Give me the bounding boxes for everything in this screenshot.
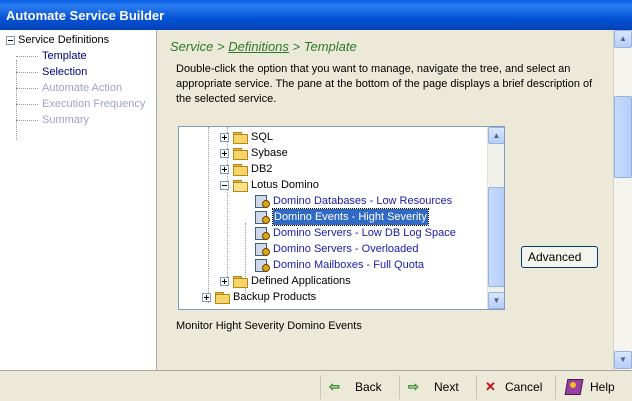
page-scrollbar[interactable]: ▲ ▼	[613, 30, 632, 370]
service-icon	[255, 194, 270, 208]
window-title: Automate Service Builder	[6, 8, 165, 23]
tree-node-service[interactable]: Domino Databases - Low Resources	[255, 193, 452, 209]
tree-scrollbar[interactable]: ▲ ▼	[487, 127, 504, 309]
tree-node-sybase[interactable]: Sybase	[220, 145, 288, 161]
open-folder-icon	[233, 179, 248, 192]
wizard-footer: ⇦ Back ⇨ Next ✕ Cancel Help	[0, 370, 632, 401]
breadcrumb-definitions-link[interactable]: Definitions	[228, 39, 289, 54]
breadcrumb: Service > Definitions > Template	[170, 39, 357, 54]
tree-node-backup-products[interactable]: Backup Products	[202, 289, 316, 305]
service-icon	[255, 242, 270, 256]
cancel-button[interactable]: ✕ Cancel	[476, 375, 554, 399]
tree-node-label: Defined Applications	[251, 275, 351, 287]
wizard-nav-pane: Service Definitions Template Selection A…	[0, 30, 157, 370]
tree-node-defined-applications[interactable]: Defined Applications	[220, 273, 351, 289]
help-button[interactable]: Help	[555, 375, 627, 399]
tree-node-service[interactable]: Domino Servers - Overloaded	[255, 241, 419, 257]
scroll-up-icon[interactable]: ▲	[614, 30, 632, 48]
expand-icon[interactable]	[220, 148, 229, 158]
next-arrow-icon: ⇨	[408, 379, 419, 394]
tree-node-service-selected[interactable]: Domino Events - Hight Severity	[255, 208, 429, 226]
scroll-down-icon[interactable]: ▼	[488, 292, 504, 309]
tree-node-db2[interactable]: DB2	[220, 161, 272, 177]
cancel-label: Cancel	[505, 380, 543, 394]
tree-node-label: Domino Servers - Low DB Log Space	[273, 227, 456, 239]
nav-item-execution-frequency: Execution Frequency	[6, 96, 145, 112]
nav-item-summary: Summary	[6, 112, 145, 128]
back-button[interactable]: ⇦ Back	[320, 375, 398, 399]
folder-icon	[233, 147, 248, 160]
back-arrow-icon: ⇦	[329, 379, 340, 394]
back-label: Back	[355, 380, 382, 394]
next-label: Next	[434, 380, 459, 394]
next-button[interactable]: ⇨ Next	[399, 375, 475, 399]
nav-item-automate-action: Automate Action	[6, 80, 145, 96]
tree-node-label: SQL	[251, 131, 274, 143]
tree-node-service[interactable]: Domino Servers - Low DB Log Space	[255, 225, 456, 241]
nav-root-service-definitions[interactable]: Service Definitions	[6, 32, 145, 48]
breadcrumb-separator: >	[292, 39, 301, 54]
tree-node-label: DB2	[251, 163, 273, 175]
cancel-x-icon: ✕	[485, 379, 496, 394]
nav-item-label: Execution Frequency	[42, 98, 146, 110]
scroll-thumb[interactable]	[614, 96, 632, 178]
folder-icon	[233, 163, 248, 176]
tree-node-label: Domino Databases - Low Resources	[273, 195, 453, 207]
nav-item-selection[interactable]: Selection	[6, 64, 145, 80]
tree-node-sql[interactable]: SQL	[220, 129, 273, 145]
expand-icon[interactable]	[220, 132, 229, 142]
breadcrumb-template: Template	[303, 39, 357, 54]
nav-root-label: Service Definitions	[18, 34, 110, 46]
nav-item-label: Template	[42, 50, 87, 62]
main-content: Service > Definitions > Template Double-…	[162, 30, 613, 370]
app-window: Automate Service Builder Service Definit…	[0, 0, 632, 401]
tree-node-lotus-domino[interactable]: Lotus Domino	[220, 177, 319, 193]
nav-item-label: Selection	[42, 66, 88, 78]
expand-icon[interactable]	[202, 292, 211, 302]
help-label: Help	[590, 380, 615, 394]
tree-node-label: Lotus Domino	[251, 179, 319, 191]
title-bar: Automate Service Builder	[0, 0, 632, 30]
breadcrumb-service: Service	[170, 39, 214, 54]
tree-node-label: Domino Mailboxes - Full Quota	[273, 259, 425, 271]
nav-item-label: Summary	[42, 114, 90, 126]
folder-icon	[233, 131, 248, 144]
tree-node-service[interactable]: Domino Mailboxes - Full Quota	[255, 257, 424, 273]
folder-icon	[215, 291, 230, 304]
scroll-down-icon[interactable]: ▼	[614, 351, 632, 369]
collapse-icon[interactable]	[6, 35, 15, 45]
advanced-button[interactable]: Advanced	[521, 246, 598, 268]
expand-icon[interactable]	[220, 276, 229, 286]
breadcrumb-separator: >	[216, 39, 225, 54]
tree-node-label: Domino Servers - Overloaded	[273, 243, 419, 255]
tree-node-label: Domino Events - Hight Severity	[272, 208, 429, 226]
service-icon	[255, 258, 270, 272]
instructions-text: Double-click the option that you want to…	[176, 63, 593, 105]
service-description: Monitor Hight Severity Domino Events	[176, 320, 362, 332]
folder-icon	[233, 275, 248, 288]
service-tree[interactable]: SQL Sybase DB2 Lotus Domino Domino Datab…	[178, 126, 505, 310]
nav-item-template[interactable]: Template	[6, 48, 145, 64]
tree-node-label: Backup Products	[233, 291, 317, 303]
scroll-thumb[interactable]	[488, 187, 504, 287]
collapse-icon[interactable]	[220, 180, 229, 190]
nav-item-label: Automate Action	[42, 82, 123, 94]
service-icon	[255, 210, 270, 224]
tree-node-label: Sybase	[251, 147, 288, 159]
scroll-up-icon[interactable]: ▲	[488, 127, 504, 144]
help-book-icon	[564, 378, 584, 396]
service-icon	[255, 226, 270, 240]
expand-icon[interactable]	[220, 164, 229, 174]
